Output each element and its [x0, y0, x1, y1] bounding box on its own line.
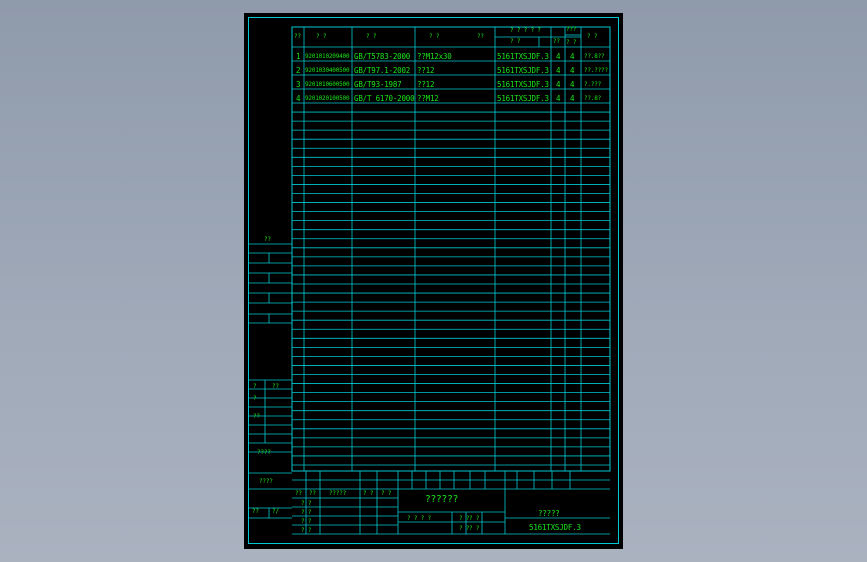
- bom-header-qty: ??: [477, 33, 484, 40]
- bom-row-1-code: 9201010209400: [305, 53, 350, 60]
- left-panel-sign-label-1: ??: [252, 508, 259, 515]
- bom-header-belong-qty: ??: [553, 38, 560, 45]
- bom-row-2-c7: 4: [570, 66, 575, 75]
- drawing-number: 5161TXSJDF.3: [529, 523, 581, 532]
- bom-row-3-code: 9201010600500: [305, 81, 350, 88]
- left-panel-label-4: ??: [253, 413, 260, 420]
- bom-row-1-name: GB/T5783-2000: [354, 52, 411, 61]
- sheet-num-1: ? ?: [469, 515, 480, 522]
- title-header-3: ?????: [329, 490, 347, 497]
- bom-header-name: ? ?: [366, 33, 377, 40]
- left-panel-bottom-label-2: ????: [259, 478, 273, 485]
- title-row-label-1: ? ?: [301, 500, 312, 507]
- stage-label: ? ? ? ?: [407, 515, 431, 522]
- bom-row-4-seq: 4: [296, 94, 301, 103]
- bom-header-belong-sub: ? ?: [510, 38, 521, 45]
- title-row-label-3: ? ?: [301, 518, 312, 525]
- bom-header-col8-bottom: ? ?: [566, 39, 577, 46]
- sheet-label-1: ? ?: [459, 515, 470, 522]
- bom-row-4-c6: 4: [556, 94, 561, 103]
- bom-table-frame: [291, 26, 611, 472]
- left-panel-bottom-label-1: ????: [257, 449, 271, 456]
- left-panel-label-1: ?: [253, 383, 257, 390]
- bom-header-col8-top: ???: [566, 26, 577, 33]
- title-header-2: ??: [309, 490, 316, 497]
- bom-row-3-c7: 4: [570, 80, 575, 89]
- left-panel-sign-label-2: ?/: [272, 508, 279, 515]
- bom-row-4-belong: 5161TXSJDF.3: [497, 94, 549, 103]
- bom-row-3-belong: 5161TXSJDF.3: [497, 80, 549, 89]
- bom-row-1-belong: 5161TXSJDF.3: [497, 52, 549, 61]
- title-header-5: ? ?: [381, 490, 392, 497]
- left-panel-label-3: ?: [253, 395, 257, 402]
- bom-row-3-spec: ??12: [417, 80, 435, 89]
- bom-header-seq: ??: [294, 33, 301, 40]
- bom-row-3-name: GB/T93-1987: [354, 80, 402, 89]
- bom-header-remark: ? ?: [587, 33, 598, 40]
- bom-row-2-remark: ??.????: [584, 67, 608, 74]
- bom-row-2-belong: 5161TXSJDF.3: [497, 66, 549, 75]
- bom-row-3-remark: ?.???: [584, 81, 602, 88]
- bom-row-4-spec: ??M12: [417, 94, 439, 103]
- bom-row-2-spec: ??12: [417, 66, 435, 75]
- bom-row-4-c7: 4: [570, 94, 575, 103]
- bom-row-2-name: GB/T97.1-2002: [354, 66, 411, 75]
- bom-row-1-c6: 4: [556, 52, 561, 61]
- document-title: ??????: [425, 494, 459, 505]
- title-row-label-4: ? ?: [301, 527, 312, 534]
- sheet-label-2: ? ?: [459, 525, 470, 532]
- product-name: ?????: [538, 509, 560, 518]
- bom-row-4-name: GB/T 6170-2000: [354, 94, 415, 103]
- sheet-num-2: ? ?: [469, 525, 480, 532]
- bom-row-2-code: 9201030400500: [305, 67, 350, 74]
- bom-row-3-c6: 4: [556, 80, 561, 89]
- title-row-label-2: ? ?: [301, 509, 312, 516]
- bom-header-code: ? ?: [316, 33, 327, 40]
- bom-row-3-seq: 3: [296, 80, 301, 89]
- bom-header-belong-top: ? ? ? ? ?: [510, 27, 541, 34]
- bom-row-4-code: 9201020100500: [305, 95, 350, 102]
- title-header-1: ??: [295, 490, 302, 497]
- left-panel-label-2: ??: [272, 383, 279, 390]
- bom-row-4-remark: ??.8?: [584, 95, 602, 102]
- bom-row-1-c7: 4: [570, 52, 575, 61]
- bom-header-spec: ? ?: [429, 33, 440, 40]
- bom-row-2-seq: 2: [296, 66, 301, 75]
- bom-row-1-spec: ??M12x30: [417, 52, 452, 61]
- bom-row-2-c6: 4: [556, 66, 561, 75]
- bom-row-1-seq: 1: [296, 52, 301, 61]
- title-header-4: ? ?: [363, 490, 374, 497]
- bom-row-1-remark: ??.8??: [584, 53, 605, 60]
- left-panel-top-label: ??: [264, 236, 271, 243]
- drawing-sheet: ?? ? ? ? ? ? ? ?? ? ? ? ? ? ? ? ?? ??? ?…: [244, 13, 623, 549]
